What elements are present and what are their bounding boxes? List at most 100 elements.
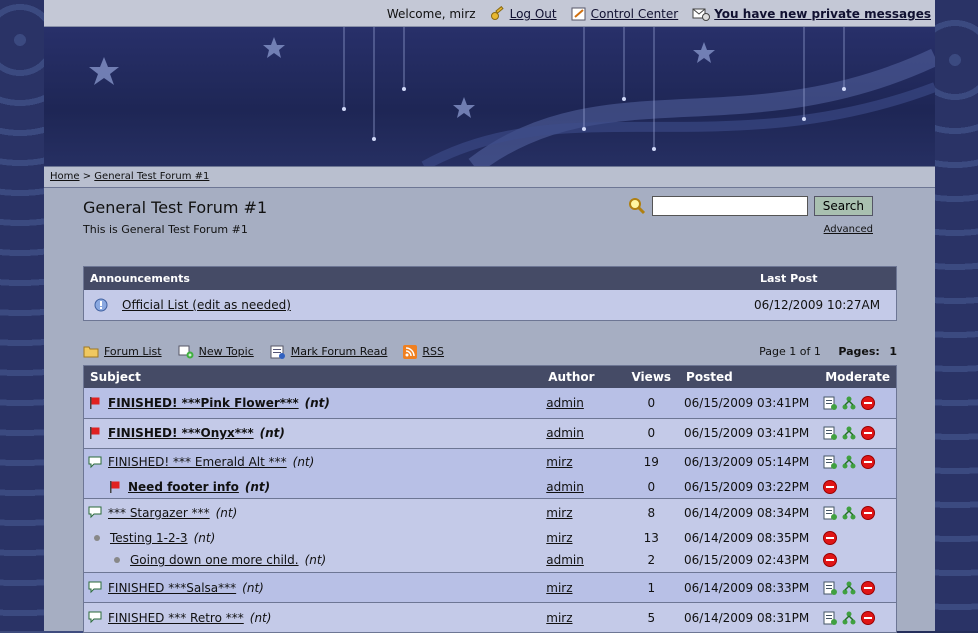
message-subject[interactable]: FINISHED! ***Onyx*** bbox=[108, 426, 254, 440]
views-count: 8 bbox=[623, 499, 681, 527]
control-center-link[interactable]: Control Center bbox=[591, 7, 679, 21]
speech-bubble-icon bbox=[88, 611, 102, 624]
move-topic-icon[interactable] bbox=[823, 506, 837, 520]
forum-toolbar: Forum List New Topic Mark Forum Read RSS… bbox=[83, 339, 897, 365]
message-subject[interactable]: *** Stargazer *** bbox=[108, 506, 210, 520]
split-topic-icon[interactable] bbox=[842, 506, 856, 520]
posted-date: 06/14/2009 08:31PM bbox=[680, 603, 819, 633]
page-title: General Test Forum #1 bbox=[83, 198, 267, 217]
split-topic-icon[interactable] bbox=[842, 581, 856, 595]
search-input[interactable] bbox=[652, 196, 808, 216]
breadcrumb: Home > General Test Forum #1 bbox=[44, 166, 935, 188]
author-link[interactable]: mirz bbox=[546, 455, 572, 469]
posted-date: 06/14/2009 08:34PM bbox=[680, 499, 819, 527]
delete-icon[interactable] bbox=[823, 480, 837, 494]
split-topic-icon[interactable] bbox=[842, 396, 856, 410]
no-text-marker: (nt) bbox=[194, 531, 216, 545]
move-topic-icon[interactable] bbox=[823, 396, 837, 410]
announcements-table: Announcements Last Post Official List (e… bbox=[83, 266, 897, 321]
logout-key-icon bbox=[490, 6, 506, 22]
no-text-marker: (nt) bbox=[260, 426, 285, 440]
author-link[interactable]: mirz bbox=[546, 531, 572, 545]
private-messages-link[interactable]: You have new private messages bbox=[714, 7, 931, 21]
mark-read-link[interactable]: Mark Forum Read bbox=[270, 345, 388, 359]
search-area: Search bbox=[628, 196, 873, 216]
table-row: FINISHED *** Retro *** (nt) mirz 5 06/14… bbox=[84, 603, 897, 633]
author-link[interactable]: admin bbox=[546, 426, 584, 440]
forum-list-link[interactable]: Forum List bbox=[83, 345, 162, 358]
split-topic-icon[interactable] bbox=[842, 611, 856, 625]
no-text-marker: (nt) bbox=[250, 611, 272, 625]
author-link[interactable]: mirz bbox=[546, 506, 572, 520]
pagination: Page 1 of 1 Pages: 1 bbox=[759, 345, 897, 358]
announcement-date: 06/12/2009 10:27AM bbox=[754, 290, 897, 321]
message-subject[interactable]: FINISHED *** Retro *** bbox=[108, 611, 244, 625]
delete-icon[interactable] bbox=[823, 553, 837, 567]
page-number[interactable]: 1 bbox=[889, 345, 897, 358]
delete-icon[interactable] bbox=[861, 611, 875, 625]
author-link[interactable]: admin bbox=[546, 396, 584, 410]
message-subject[interactable]: Testing 1-2-3 bbox=[110, 531, 188, 545]
delete-icon[interactable] bbox=[861, 396, 875, 410]
author-link[interactable]: mirz bbox=[546, 581, 572, 595]
table-row: Testing 1-2-3 (nt) mirz 13 06/14/2009 08… bbox=[84, 527, 897, 549]
no-text-marker: (nt) bbox=[293, 455, 315, 469]
message-subject[interactable]: Going down one more child. bbox=[130, 553, 299, 567]
delete-icon[interactable] bbox=[861, 426, 875, 440]
table-row: FINISHED! ***Pink Flower*** (nt) admin 0… bbox=[84, 388, 897, 418]
new-topic-link[interactable]: New Topic bbox=[178, 345, 254, 359]
message-subject[interactable]: FINISHED! ***Pink Flower*** bbox=[108, 396, 299, 410]
delete-icon[interactable] bbox=[861, 455, 875, 469]
posted-date: 06/15/2009 03:41PM bbox=[680, 418, 819, 448]
message-subject[interactable]: FINISHED ***Salsa*** bbox=[108, 581, 236, 595]
logout-link[interactable]: Log Out bbox=[510, 7, 557, 21]
speech-bubble-icon bbox=[88, 456, 102, 469]
views-count: 13 bbox=[623, 527, 681, 549]
left-starry-background bbox=[0, 0, 44, 631]
message-subject[interactable]: FINISHED! *** Emerald Alt *** bbox=[108, 455, 287, 469]
posted-date: 06/15/2009 02:43PM bbox=[680, 549, 819, 573]
announcement-link[interactable]: Official List (edit as needed) bbox=[122, 298, 291, 312]
search-button[interactable]: Search bbox=[814, 196, 873, 216]
views-column-header: Views bbox=[623, 365, 681, 388]
move-topic-icon[interactable] bbox=[823, 455, 837, 469]
author-link[interactable]: mirz bbox=[546, 611, 572, 625]
folder-icon bbox=[83, 345, 99, 358]
move-topic-icon[interactable] bbox=[823, 581, 837, 595]
table-row: *** Stargazer *** (nt) mirz 8 06/14/2009… bbox=[84, 499, 897, 527]
delete-icon[interactable] bbox=[861, 581, 875, 595]
author-link[interactable]: admin bbox=[546, 480, 584, 494]
message-subject[interactable]: Need footer info bbox=[128, 480, 239, 494]
advanced-search-link[interactable]: Advanced bbox=[824, 224, 873, 235]
red-flag-icon bbox=[88, 396, 102, 410]
posted-date: 06/14/2009 08:35PM bbox=[680, 527, 819, 549]
breadcrumb-separator: > bbox=[83, 171, 91, 182]
no-text-marker: (nt) bbox=[305, 396, 330, 410]
posted-date: 06/15/2009 03:22PM bbox=[680, 476, 819, 499]
move-topic-icon[interactable] bbox=[823, 426, 837, 440]
welcome-text: Welcome, mirz bbox=[387, 7, 476, 21]
views-count: 19 bbox=[623, 448, 681, 476]
page-frame: Welcome, mirz Log Out Control Center You… bbox=[44, 0, 935, 631]
table-row: Need footer info (nt) admin 0 06/15/2009… bbox=[84, 476, 897, 499]
header-banner bbox=[44, 27, 935, 166]
rss-link[interactable]: RSS bbox=[403, 345, 444, 359]
split-topic-icon[interactable] bbox=[842, 455, 856, 469]
breadcrumb-home[interactable]: Home bbox=[50, 171, 80, 182]
author-link[interactable]: admin bbox=[546, 553, 584, 567]
no-text-marker: (nt) bbox=[242, 581, 264, 595]
delete-icon[interactable] bbox=[861, 506, 875, 520]
breadcrumb-current-forum[interactable]: General Test Forum #1 bbox=[94, 171, 209, 182]
split-topic-icon[interactable] bbox=[842, 426, 856, 440]
views-count: 0 bbox=[623, 418, 681, 448]
announcement-info-icon bbox=[94, 298, 108, 312]
forum-description: This is General Test Forum #1 bbox=[83, 223, 248, 236]
views-count: 1 bbox=[623, 573, 681, 603]
red-flag-icon bbox=[108, 480, 122, 494]
posted-date: 06/13/2009 05:14PM bbox=[680, 448, 819, 476]
delete-icon[interactable] bbox=[823, 531, 837, 545]
top-bar: Welcome, mirz Log Out Control Center You… bbox=[44, 0, 935, 27]
move-topic-icon[interactable] bbox=[823, 611, 837, 625]
table-row: FINISHED! *** Emerald Alt *** (nt) mirz … bbox=[84, 448, 897, 476]
posted-date: 06/15/2009 03:41PM bbox=[680, 388, 819, 418]
